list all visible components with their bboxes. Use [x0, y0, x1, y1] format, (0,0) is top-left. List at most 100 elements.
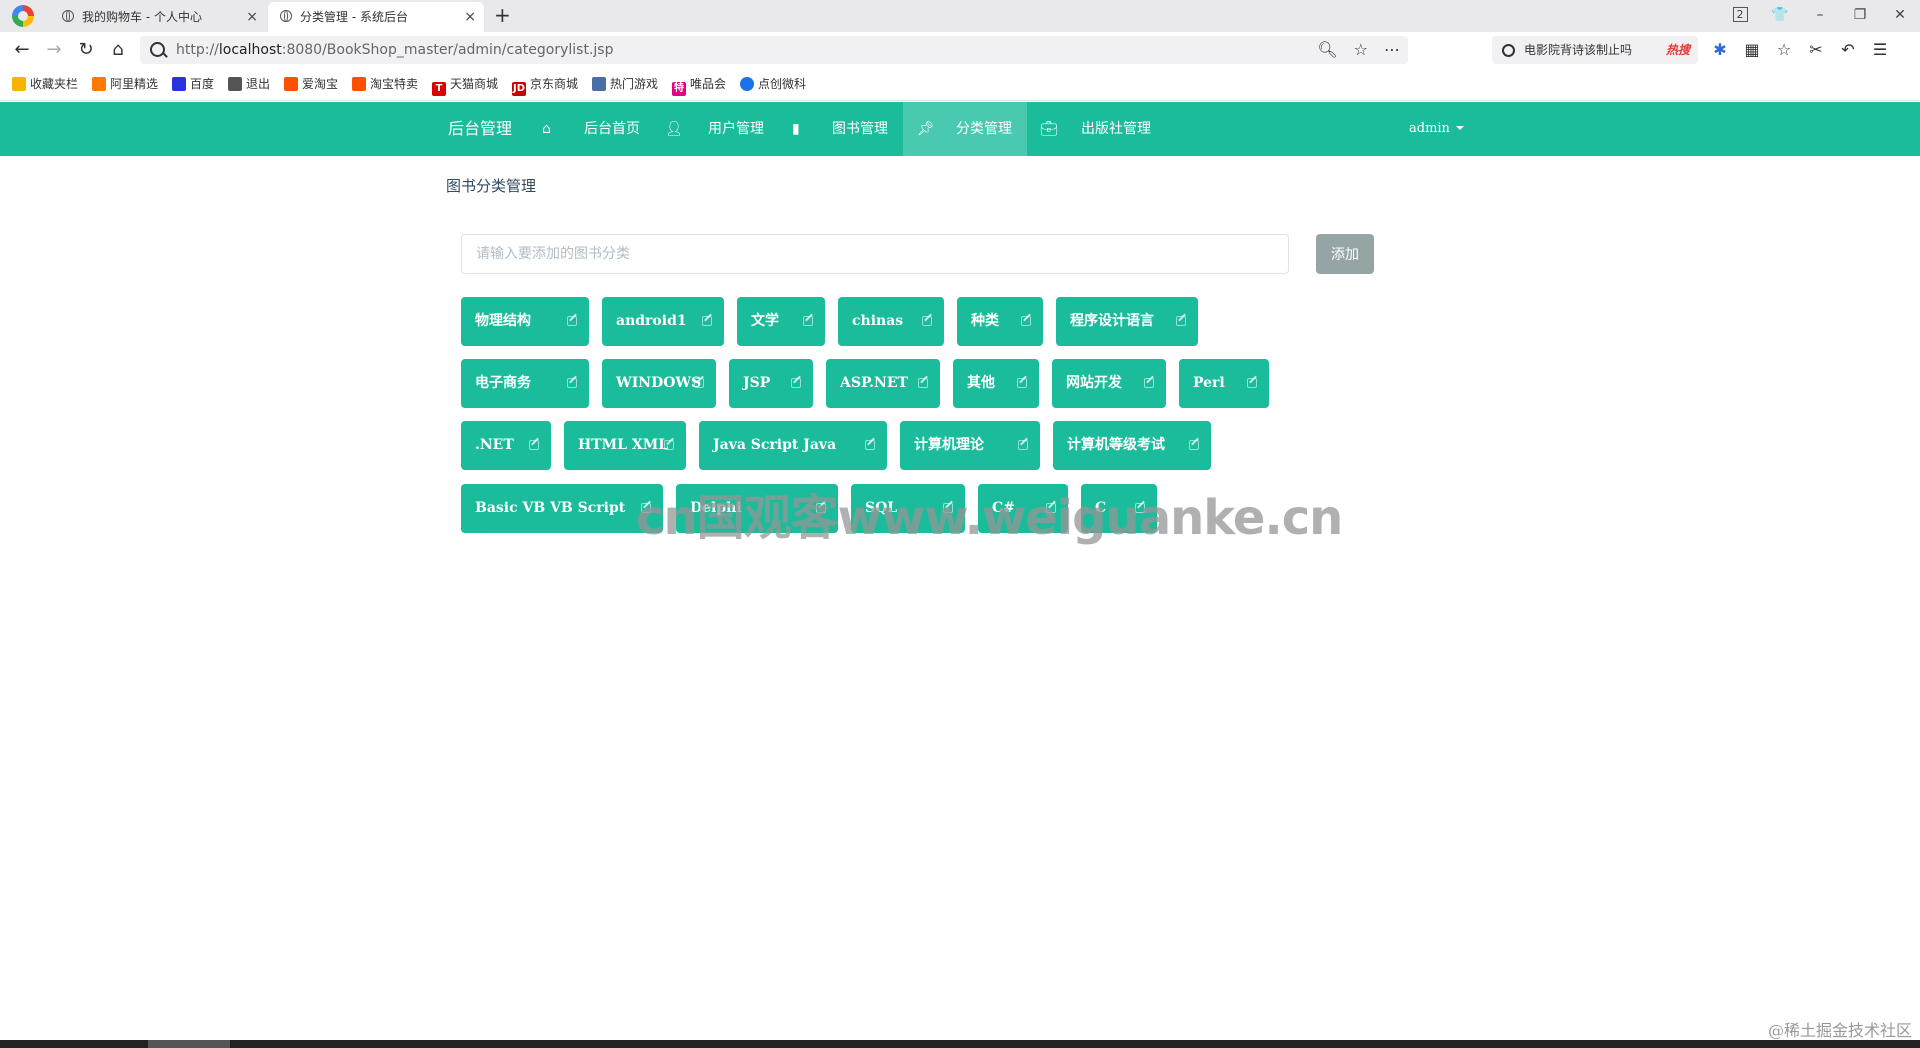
hot-search-box[interactable]: 电影院背诗该制止吗 热搜: [1492, 36, 1698, 64]
edit-icon[interactable]: [567, 316, 577, 326]
browser-tool-icons: ✱ ▦ ☆ ✂ ↶ ☰: [1710, 38, 1890, 62]
category-button[interactable]: .NET: [461, 421, 551, 470]
edit-icon[interactable]: [1176, 316, 1186, 326]
more-icon[interactable]: ⋯: [1384, 36, 1400, 64]
star-icon[interactable]: ☆: [1354, 36, 1368, 64]
edit-icon[interactable]: [1021, 316, 1031, 326]
bookmark-link[interactable]: 点创微科: [740, 76, 806, 92]
bookmark-link[interactable]: T 天猫商城: [432, 76, 498, 96]
category-label: HTML XML: [578, 437, 669, 453]
nav-item-label: 分类管理: [956, 121, 1012, 137]
category-button[interactable]: 物理结构: [461, 297, 589, 346]
category-button[interactable]: 文学: [737, 297, 825, 346]
footer-watermark: @稀土掘金技术社区: [1767, 1021, 1912, 1040]
category-label: 计算机等级考试: [1067, 437, 1165, 453]
tmall-icon: T: [432, 82, 446, 96]
close-tab-icon[interactable]: ×: [464, 2, 476, 32]
category-button[interactable]: 网站开发: [1052, 359, 1166, 408]
edit-icon[interactable]: [803, 316, 813, 326]
new-tab-button[interactable]: +: [494, 3, 511, 27]
category-button[interactable]: HTML XML: [564, 421, 686, 470]
bookmark-link[interactable]: 爱淘宝: [284, 76, 338, 92]
url-text[interactable]: http://localhost:8080/BookShop_master/ad…: [176, 36, 613, 64]
category-button[interactable]: android1: [602, 297, 724, 346]
category-button[interactable]: 电子商务: [461, 359, 589, 408]
category-button[interactable]: 计算机理论: [900, 421, 1040, 470]
category-button[interactable]: 其他: [953, 359, 1039, 408]
user-dropdown[interactable]: admin: [1409, 102, 1464, 156]
bookmark-link[interactable]: 特唯品会: [672, 76, 726, 96]
zoom-icon[interactable]: 🔍︎: [1317, 36, 1337, 64]
forward-icon[interactable]: →: [42, 38, 66, 62]
nav-item-publishers[interactable]: 出版社管理: [1069, 102, 1163, 156]
tab-count-button[interactable]: 2: [1720, 0, 1760, 32]
close-tab-icon[interactable]: ×: [246, 2, 258, 32]
url-bar[interactable]: http://localhost:8080/BookShop_master/ad…: [140, 36, 1408, 64]
category-label: 种类: [971, 313, 999, 329]
vip-icon: 特: [672, 82, 686, 96]
undo-icon[interactable]: ↶: [1838, 38, 1858, 62]
edit-icon[interactable]: [922, 316, 932, 326]
bookmark-link[interactable]: 退出: [228, 76, 270, 92]
reload-icon[interactable]: ↻: [74, 38, 98, 62]
category-button[interactable]: ASP.NET: [826, 359, 940, 408]
extension-icon[interactable]: ✱: [1710, 38, 1730, 62]
edit-icon[interactable]: [918, 378, 928, 388]
edit-icon[interactable]: [1018, 440, 1028, 450]
edit-icon[interactable]: [1189, 440, 1199, 450]
minimize-button[interactable]: –: [1800, 0, 1840, 32]
edit-icon[interactable]: [694, 378, 704, 388]
bookmark-link[interactable]: 百度: [172, 76, 214, 92]
home-page-icon[interactable]: ⌂: [106, 38, 130, 62]
menu-icon[interactable]: ☰: [1870, 38, 1890, 62]
edit-icon[interactable]: [1144, 378, 1154, 388]
hot-search-badge: 热搜: [1665, 43, 1690, 57]
favorites-icon[interactable]: ☆: [1774, 38, 1794, 62]
skin-icon[interactable]: 👕: [1760, 0, 1800, 32]
url-bar-icons: 🔍︎ ☆ ⋯: [1317, 36, 1400, 64]
bookmark-link[interactable]: JD 京东商城: [512, 76, 578, 96]
category-button[interactable]: Basic VB VB Script: [461, 484, 663, 533]
watermark: cn国观客www.weiguanke.cn: [636, 490, 1343, 546]
bookmark-folder[interactable]: 收藏夹栏: [12, 76, 78, 92]
browser-tab-category[interactable]: 分类管理 - 系统后台 ×: [268, 2, 484, 32]
ali-icon: [92, 77, 106, 91]
category-button[interactable]: WINDOWS: [602, 359, 716, 408]
category-button[interactable]: 程序设计语言: [1056, 297, 1198, 346]
nav-item-users[interactable]: 用户管理: [696, 102, 776, 156]
edit-icon[interactable]: [567, 378, 577, 388]
category-input[interactable]: [461, 234, 1289, 274]
category-button[interactable]: chinas: [838, 297, 944, 346]
close-window-button[interactable]: ✕: [1880, 0, 1920, 32]
apps-grid-icon[interactable]: ▦: [1742, 38, 1762, 62]
edit-icon[interactable]: [702, 316, 712, 326]
edit-icon[interactable]: [1247, 378, 1257, 388]
category-label: android1: [616, 313, 687, 329]
category-label: 文学: [751, 313, 779, 329]
bookmark-link[interactable]: 阿里精选: [92, 76, 158, 92]
category-button[interactable]: JSP: [729, 359, 813, 408]
edit-icon[interactable]: [865, 440, 875, 450]
category-button[interactable]: 计算机等级考试: [1053, 421, 1211, 470]
nav-item-home[interactable]: 后台首页: [572, 102, 652, 156]
scissors-icon[interactable]: ✂: [1806, 38, 1826, 62]
nav-item-books[interactable]: 图书管理: [820, 102, 900, 156]
add-category-button[interactable]: 添加: [1316, 234, 1374, 274]
edit-icon[interactable]: [529, 440, 539, 450]
category-button[interactable]: Java Script Java: [699, 421, 887, 470]
restore-button[interactable]: ❐: [1840, 0, 1880, 32]
edit-icon[interactable]: [1017, 378, 1027, 388]
category-button[interactable]: Perl: [1179, 359, 1269, 408]
category-button[interactable]: 种类: [957, 297, 1043, 346]
nav-item-categories[interactable]: 📌︎ 分类管理: [903, 102, 1027, 156]
category-label: WINDOWS: [616, 375, 702, 391]
navbar-brand[interactable]: 后台管理: [448, 102, 512, 156]
browser-tab-cart[interactable]: 我的购物车 - 个人中心 ×: [50, 2, 266, 32]
home-icon: ⌂: [542, 121, 551, 137]
bookmark-link[interactable]: 热门游戏: [592, 76, 658, 92]
back-icon[interactable]: ←: [10, 38, 34, 62]
category-label: chinas: [852, 313, 904, 329]
edit-icon[interactable]: [791, 378, 801, 388]
bookmark-link[interactable]: 淘宝特卖: [352, 76, 418, 92]
edit-icon[interactable]: [664, 440, 674, 450]
